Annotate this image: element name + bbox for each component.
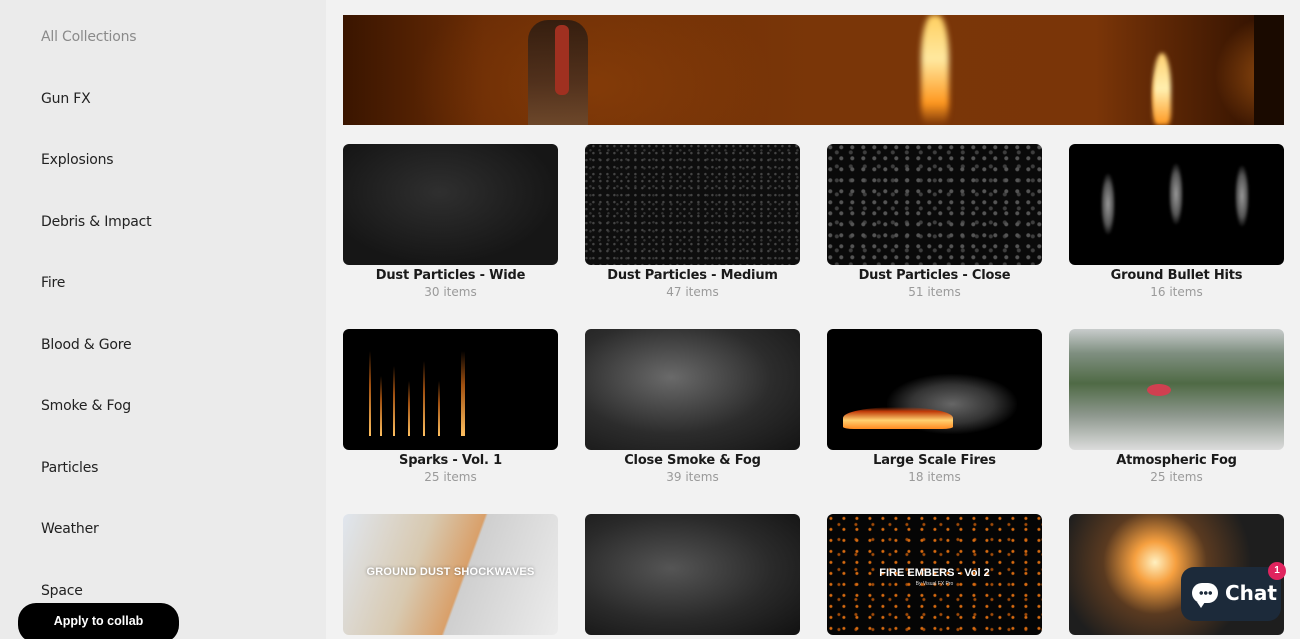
sidebar-item-weather[interactable]: Weather: [41, 521, 99, 537]
collection-title[interactable]: Dust Particles - Medium: [585, 268, 800, 283]
collection-thumbnail[interactable]: [585, 144, 800, 265]
collection-thumbnail[interactable]: [1069, 144, 1284, 265]
collection-thumbnail[interactable]: [1069, 329, 1284, 450]
collection-title[interactable]: Dust Particles - Close: [827, 268, 1042, 283]
collection-card[interactable]: Dust Particles - Wide 30 items: [343, 144, 558, 299]
helicopter: [1147, 384, 1171, 396]
collection-card[interactable]: Ground Bullet Hits 16 items: [1069, 144, 1284, 299]
collection-card[interactable]: Dust Particles - Close 51 items: [827, 144, 1042, 299]
sidebar-item-debris-impact[interactable]: Debris & Impact: [41, 214, 152, 230]
collection-title[interactable]: Sparks - Vol. 1: [343, 453, 558, 468]
collection-count: 25 items: [424, 470, 477, 484]
collection-thumbnail[interactable]: [585, 329, 800, 450]
sidebar-item-smoke-fog[interactable]: Smoke & Fog: [41, 398, 131, 414]
collection-thumbnail[interactable]: GROUND DUST SHOCKWAVES: [343, 514, 558, 635]
collection-count: 47 items: [666, 285, 719, 299]
chat-bubble-icon: [1192, 583, 1218, 608]
hero-banner: [343, 15, 1284, 125]
sidebar-item-particles[interactable]: Particles: [41, 460, 98, 476]
collection-title[interactable]: Large Scale Fires: [827, 453, 1042, 468]
collection-count: 16 items: [1150, 285, 1203, 299]
collection-title[interactable]: Close Smoke & Fog: [585, 453, 800, 468]
sidebar-item-explosions[interactable]: Explosions: [41, 152, 114, 168]
collection-card[interactable]: Large Scale Fires 18 items: [827, 329, 1042, 484]
chat-button[interactable]: Chat: [1181, 567, 1281, 621]
collection-thumbnail[interactable]: [343, 144, 558, 265]
sidebar-item-fire[interactable]: Fire: [41, 275, 65, 291]
collection-count: 51 items: [908, 285, 961, 299]
chat-notification-badge: 1: [1268, 562, 1286, 580]
collection-title[interactable]: Atmospheric Fog: [1069, 453, 1284, 468]
chat-label: Chat: [1225, 581, 1277, 605]
collection-title[interactable]: Dust Particles - Wide: [343, 268, 558, 283]
collection-count: 18 items: [908, 470, 961, 484]
collection-card[interactable]: Dust Particles - Medium 47 items: [585, 144, 800, 299]
collection-count: 30 items: [424, 285, 477, 299]
collection-card[interactable]: GROUND DUST SHOCKWAVES: [343, 514, 558, 635]
collection-count: 39 items: [666, 470, 719, 484]
sidebar-item-all-collections[interactable]: All Collections: [41, 29, 137, 45]
collection-card[interactable]: Sparks - Vol. 1 25 items: [343, 329, 558, 484]
collection-thumbnail[interactable]: [585, 514, 800, 635]
collection-title[interactable]: Ground Bullet Hits: [1069, 268, 1284, 283]
collection-card[interactable]: Close Smoke & Fog 39 items: [585, 329, 800, 484]
collection-card[interactable]: FIRE EMBERS - Vol 2 By Visual FX Pro: [827, 514, 1042, 635]
thumbnail-subtext: By Visual FX Pro: [915, 581, 954, 587]
flame: [1153, 53, 1171, 125]
thumbnail-text: GROUND DUST SHOCKWAVES: [366, 566, 535, 578]
sidebar: All Collections Gun FX Explosions Debris…: [0, 0, 326, 639]
sidebar-item-blood-gore[interactable]: Blood & Gore: [41, 337, 132, 353]
collection-thumbnail[interactable]: [343, 329, 558, 450]
collection-thumbnail[interactable]: FIRE EMBERS - Vol 2 By Visual FX Pro: [827, 514, 1042, 635]
collection-count: 25 items: [1150, 470, 1203, 484]
sidebar-item-gun-fx[interactable]: Gun FX: [41, 91, 91, 107]
air-tank: [555, 25, 569, 95]
collection-card[interactable]: [585, 514, 800, 635]
apply-to-collab-button[interactable]: Apply to collab: [18, 603, 179, 639]
flame: [921, 15, 949, 125]
thumbnail-text: FIRE EMBERS - Vol 2: [879, 567, 990, 579]
collection-thumbnail[interactable]: [827, 329, 1042, 450]
collection-card[interactable]: Atmospheric Fog 25 items: [1069, 329, 1284, 484]
sidebar-item-space[interactable]: Space: [41, 583, 83, 599]
collection-thumbnail[interactable]: [827, 144, 1042, 265]
